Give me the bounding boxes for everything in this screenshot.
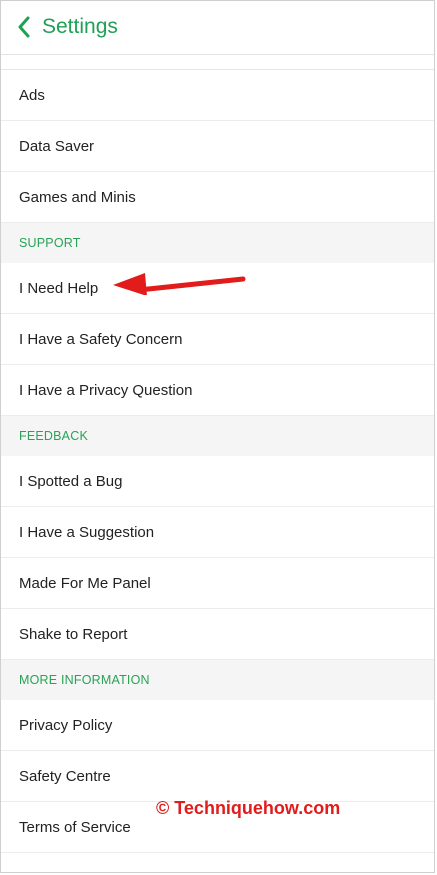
settings-item-privacy-question[interactable]: I Have a Privacy Question xyxy=(1,365,434,416)
section-header-feedback: FEEDBACK xyxy=(1,416,434,456)
settings-screen: Settings Ads Data Saver Games and Minis … xyxy=(0,0,435,873)
settings-item-ads[interactable]: Ads xyxy=(1,70,434,121)
section-header-more-information: MORE INFORMATION xyxy=(1,660,434,700)
settings-item-safety-concern[interactable]: I Have a Safety Concern xyxy=(1,314,434,365)
section-spacer xyxy=(1,55,434,70)
settings-item-shake-to-report[interactable]: Shake to Report xyxy=(1,609,434,660)
chevron-left-icon xyxy=(18,16,30,38)
watermark: © Techniquehow.com xyxy=(156,798,341,818)
settings-item-games-and-minis[interactable]: Games and Minis xyxy=(1,172,434,223)
page-title: Settings xyxy=(42,15,118,38)
settings-item-privacy-policy[interactable]: Privacy Policy xyxy=(1,700,434,751)
red-arrow-annotation xyxy=(113,273,246,295)
settings-item-made-for-me-panel[interactable]: Made For Me Panel xyxy=(1,558,434,609)
settings-list: Ads Data Saver Games and Minis SUPPORT I… xyxy=(1,70,434,853)
section-header-support: SUPPORT xyxy=(1,223,434,263)
header-bar: Settings xyxy=(1,1,434,55)
back-button[interactable] xyxy=(13,14,35,40)
settings-item-suggestion[interactable]: I Have a Suggestion xyxy=(1,507,434,558)
settings-item-safety-centre[interactable]: Safety Centre xyxy=(1,751,434,802)
settings-item-data-saver[interactable]: Data Saver xyxy=(1,121,434,172)
settings-item-spotted-a-bug[interactable]: I Spotted a Bug xyxy=(1,456,434,507)
